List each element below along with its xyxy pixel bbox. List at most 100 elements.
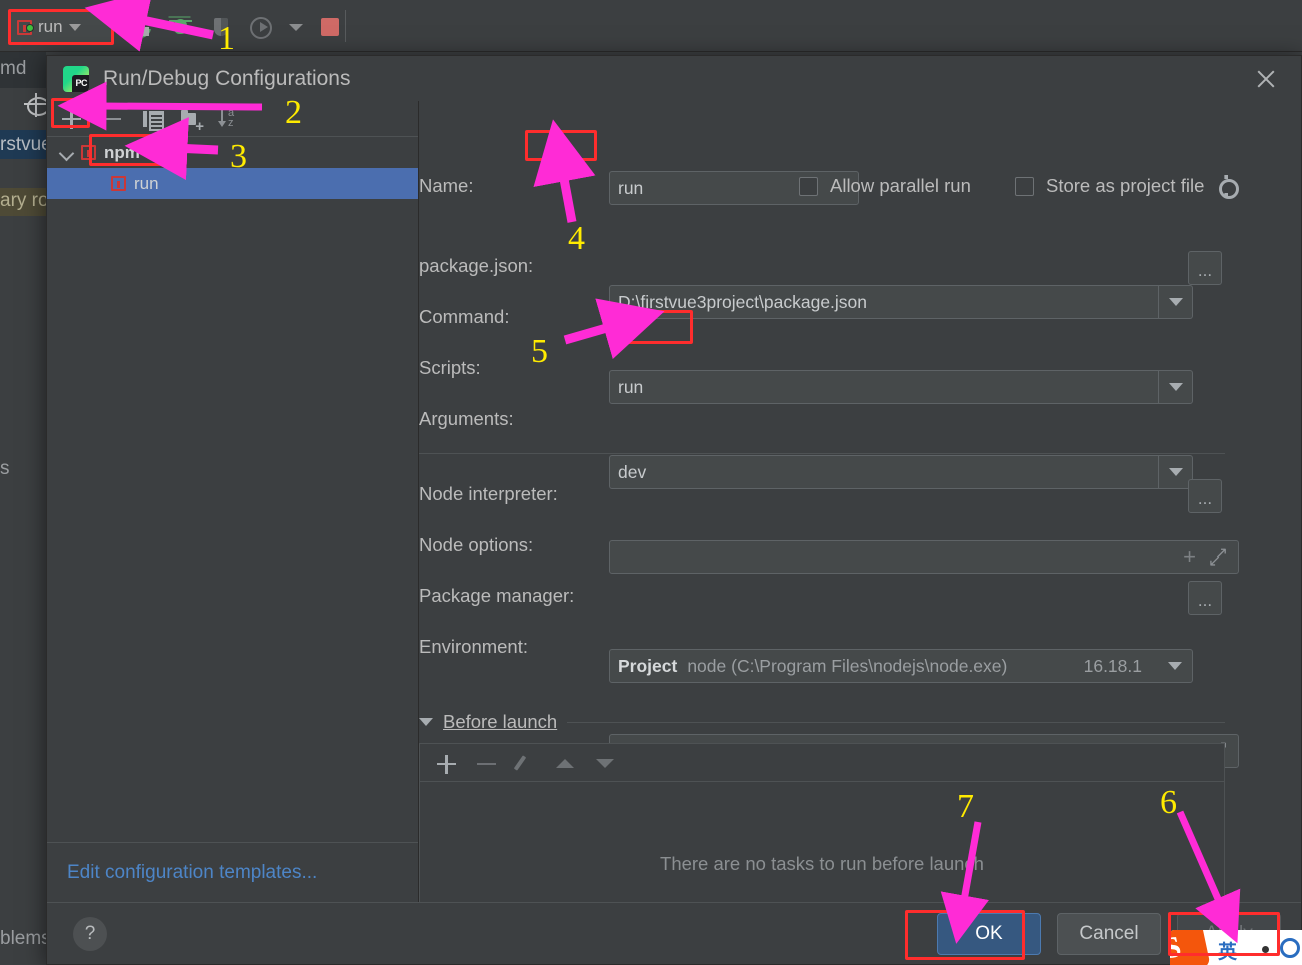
ok-button[interactable]: OK (937, 912, 1041, 955)
add-task-button[interactable] (434, 752, 456, 774)
run-configuration-selector[interactable]: run (8, 9, 114, 45)
screen: run md rstvue ary ro s blems PC Run/Debu… (0, 0, 1302, 965)
add-argument-icon[interactable]: + (1183, 546, 1196, 568)
run-configuration-label: run (38, 17, 63, 36)
new-folder-icon[interactable] (179, 107, 204, 134)
ime-circle-icon (1280, 938, 1300, 958)
name-input-value: run (618, 177, 644, 198)
node-interpreter-combobox[interactable]: Project node (C:\Program Files\nodejs\no… (609, 649, 1193, 683)
chevron-down-icon[interactable] (1158, 286, 1192, 318)
ide-toolbar: run (0, 0, 1302, 52)
node-interpreter-row: Node interpreter: (419, 483, 558, 505)
package-manager-label: Package manager: (419, 585, 575, 606)
package-json-browse-button[interactable]: ... (1188, 251, 1222, 285)
tree-group-label: npm (104, 142, 140, 162)
chevron-down-icon[interactable] (1158, 650, 1192, 682)
chevron-down-icon (68, 23, 81, 31)
store-as-project-file-label: Store as project file (1046, 175, 1205, 196)
chevron-down-icon[interactable] (419, 718, 433, 726)
scripts-combobox[interactable]: dev (609, 455, 1193, 489)
package-json-value: D:\firstvue3project\package.json (618, 291, 868, 312)
remove-task-button[interactable] (474, 752, 496, 774)
node-options-label: Node options: (419, 534, 534, 555)
ime-toolbar[interactable]: 英 (1170, 930, 1302, 965)
run-toolbar-icons (128, 12, 344, 42)
dialog-button-bar: ? OK Cancel Apply (47, 902, 1301, 964)
before-launch-label: Before launch (443, 711, 558, 732)
command-row: Command: (419, 306, 509, 328)
node-interpreter-browse-button[interactable]: ... (1188, 479, 1222, 513)
run-profile-icon[interactable] (248, 14, 274, 40)
dropdown-icon[interactable] (288, 14, 304, 40)
ime-dot-icon (1262, 946, 1269, 953)
arguments-input[interactable]: + (609, 540, 1239, 574)
name-label: Name: (419, 175, 474, 196)
gear-icon[interactable] (1216, 176, 1240, 199)
arguments-label: Arguments: (419, 408, 514, 429)
copy-configuration-icon[interactable] (139, 107, 164, 131)
package-manager-browse-button[interactable]: ... (1188, 581, 1222, 615)
debug-icon[interactable] (168, 14, 194, 40)
cancel-button[interactable]: Cancel (1057, 912, 1161, 955)
stop-icon[interactable] (318, 14, 344, 40)
configurations-pane: az npm run Edit configuration temp (47, 101, 419, 902)
npm-icon (81, 145, 96, 160)
package-json-row: package.json: (419, 255, 533, 277)
add-configuration-button[interactable] (59, 107, 83, 131)
chevron-down-icon[interactable] (1158, 371, 1192, 403)
tree-item-run[interactable]: run (47, 168, 418, 199)
remove-configuration-button[interactable] (99, 107, 123, 131)
help-button[interactable]: ? (73, 916, 107, 951)
before-launch-header[interactable]: Before launch (419, 711, 1225, 733)
bg-project-item: rstvue (0, 134, 52, 155)
scripts-label: Scripts: (419, 357, 481, 378)
node-interpreter-value: node (C:\Program Files\nodejs\node.exe) (687, 655, 1008, 676)
package-json-combobox[interactable]: D:\firstvue3project\package.json (609, 285, 1193, 319)
edit-task-icon[interactable] (514, 752, 536, 774)
dots-label: ... (1197, 591, 1213, 610)
edit-configuration-templates-link[interactable]: Edit configuration templates... (67, 862, 317, 884)
arguments-row: Arguments: (419, 408, 514, 430)
dots-label: ... (1197, 489, 1213, 508)
before-launch-empty-message: There are no tasks to run before launch (660, 852, 984, 874)
move-down-icon[interactable] (594, 752, 616, 774)
store-as-project-file-checkbox[interactable] (1015, 176, 1034, 196)
run-coverage-icon[interactable] (128, 14, 154, 40)
command-value: run (618, 376, 644, 397)
bg-tab-md: md (0, 58, 27, 79)
close-icon[interactable] (1253, 66, 1279, 92)
configurations-toolbar: az (47, 101, 418, 137)
node-options-row: Node options: (419, 534, 533, 556)
environment-label: Environment: (419, 636, 528, 657)
command-combobox[interactable]: run (609, 370, 1193, 404)
store-as-project-file-row[interactable]: Store as project file (1015, 175, 1240, 199)
chevron-down-icon[interactable] (1158, 456, 1192, 488)
dialog-title: Run/Debug Configurations (103, 66, 351, 90)
run-status-dot (26, 24, 34, 32)
package-manager-row: Package manager: (419, 585, 574, 607)
before-launch-task-list: There are no tasks to run before launch (419, 743, 1225, 902)
dialog-body: az npm run Edit configuration temp (47, 101, 1301, 902)
allow-parallel-run-label: Allow parallel run (830, 175, 971, 196)
dialog-titlebar: PC Run/Debug Configurations (47, 56, 1301, 101)
allow-parallel-run-checkbox[interactable] (799, 176, 818, 196)
tree-item-label: run (134, 173, 159, 193)
bg-side-fragment: s (0, 458, 10, 479)
profiler-icon[interactable] (208, 14, 234, 40)
command-label: Command: (419, 306, 510, 327)
dots-label: ... (1197, 261, 1213, 280)
bg-breadcrumb: ary ro (0, 190, 49, 211)
divider (567, 721, 1225, 723)
allow-parallel-run-row[interactable]: Allow parallel run (799, 175, 971, 197)
move-up-icon[interactable] (554, 752, 576, 774)
scripts-value: dev (618, 461, 647, 482)
node-interpreter-tag: Project (618, 655, 678, 676)
name-row: Name: (419, 175, 519, 197)
tree-group-npm[interactable]: npm (47, 137, 418, 168)
configuration-form: Name: run Allow parallel run Store as pr… (419, 101, 1301, 902)
sort-configurations-icon[interactable]: az (218, 107, 243, 131)
expand-icon[interactable] (1208, 543, 1228, 571)
npm-icon (111, 176, 126, 191)
chevron-down-icon[interactable] (61, 147, 73, 159)
run-debug-configurations-dialog: PC Run/Debug Configurations az (46, 55, 1302, 965)
